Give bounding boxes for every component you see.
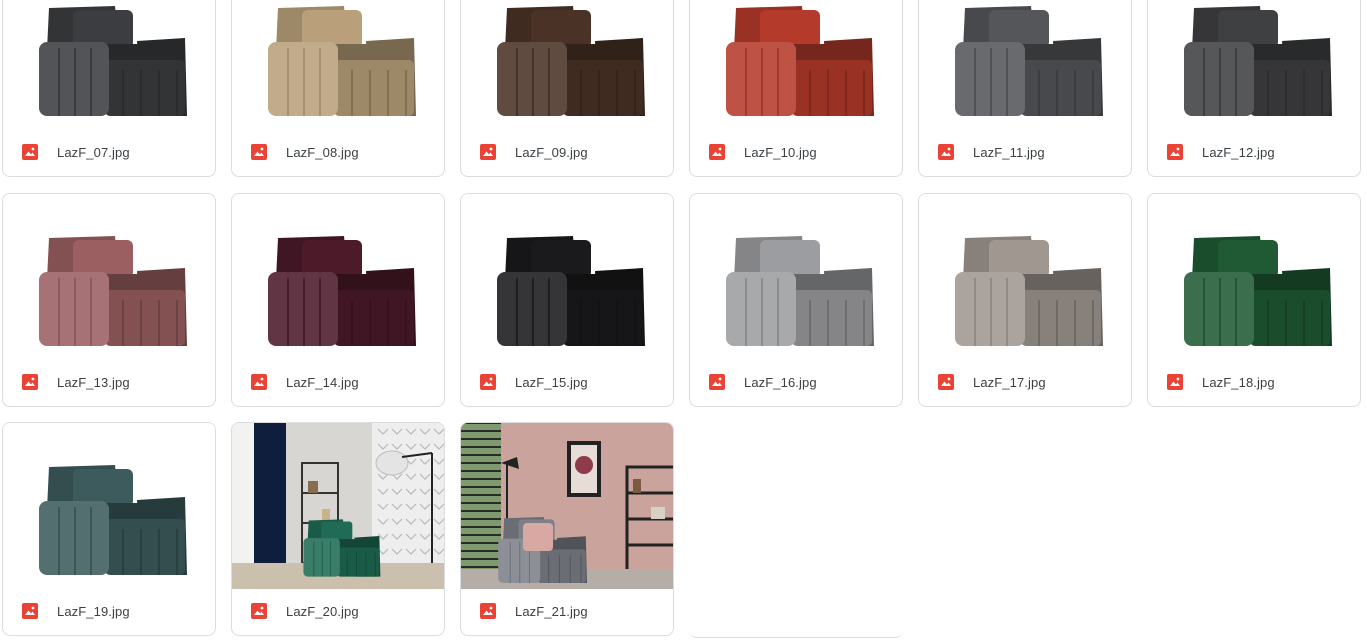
image-file-icon <box>251 144 267 160</box>
file-card[interactable]: LazF_20.jpg <box>231 422 445 636</box>
image-file-icon <box>709 374 725 390</box>
file-name-bar[interactable]: LazF_08.jpg <box>232 128 444 176</box>
file-name: LazF_07.jpg <box>57 144 130 160</box>
file-card[interactable]: LazF_16.jpg <box>689 193 903 407</box>
file-name-bar[interactable]: LazF_14.jpg <box>232 358 444 406</box>
file-card[interactable]: LazF_14.jpg <box>231 193 445 407</box>
image-file-icon <box>480 603 496 619</box>
file-name-bar[interactable]: LazF_11.jpg <box>919 128 1131 176</box>
file-thumbnail[interactable] <box>232 423 444 589</box>
file-grid: LazF_07.jpg LazF_08.jpg LazF_09.jpg LazF_10… <box>0 0 1367 640</box>
file-card[interactable]: LazF_17.jpg <box>918 193 1132 407</box>
file-thumbnail[interactable] <box>919 194 1131 360</box>
file-card[interactable]: LazF_12.jpg <box>1147 0 1361 177</box>
file-card[interactable]: LazF_13.jpg <box>2 193 216 407</box>
image-file-icon <box>709 144 725 160</box>
file-name: LazF_10.jpg <box>744 144 817 160</box>
file-name-bar[interactable]: LazF_09.jpg <box>461 128 673 176</box>
image-file-icon <box>251 374 267 390</box>
file-name-bar[interactable]: LazF_15.jpg <box>461 358 673 406</box>
file-name: LazF_09.jpg <box>515 144 588 160</box>
file-thumbnail[interactable] <box>1148 0 1360 130</box>
file-name-bar[interactable]: LazF_12.jpg <box>1148 128 1360 176</box>
file-card[interactable]: LazF_08.jpg <box>231 0 445 177</box>
image-file-icon <box>251 603 267 619</box>
image-file-icon <box>938 144 954 160</box>
file-card[interactable]: LazF_11.jpg <box>918 0 1132 177</box>
file-name: LazF_17.jpg <box>973 374 1046 390</box>
file-name: LazF_18.jpg <box>1202 374 1275 390</box>
file-thumbnail[interactable] <box>3 194 215 360</box>
file-thumbnail[interactable] <box>3 0 215 130</box>
file-card[interactable]: LazF_07.jpg <box>2 0 216 177</box>
file-name: LazF_19.jpg <box>57 603 130 619</box>
file-thumbnail[interactable] <box>919 0 1131 130</box>
image-file-icon <box>22 374 38 390</box>
file-name: LazF_08.jpg <box>286 144 359 160</box>
file-card-placeholder <box>689 422 903 638</box>
file-name: LazF_12.jpg <box>1202 144 1275 160</box>
file-name-bar[interactable]: LazF_07.jpg <box>3 128 215 176</box>
file-name-bar[interactable]: LazF_10.jpg <box>690 128 902 176</box>
file-name-bar[interactable]: LazF_17.jpg <box>919 358 1131 406</box>
image-file-icon <box>938 374 954 390</box>
file-thumbnail[interactable] <box>461 0 673 130</box>
file-thumbnail[interactable] <box>690 0 902 130</box>
file-name-bar[interactable]: LazF_21.jpg <box>461 587 673 635</box>
image-file-icon <box>1167 144 1183 160</box>
file-name-bar[interactable]: LazF_13.jpg <box>3 358 215 406</box>
file-name-bar[interactable]: LazF_19.jpg <box>3 587 215 635</box>
file-thumbnail[interactable] <box>232 0 444 130</box>
file-name: LazF_11.jpg <box>973 144 1045 160</box>
file-name-bar[interactable]: LazF_16.jpg <box>690 358 902 406</box>
file-thumbnail[interactable] <box>690 194 902 360</box>
image-file-icon <box>1167 374 1183 390</box>
file-name: LazF_13.jpg <box>57 374 130 390</box>
file-thumbnail[interactable] <box>232 194 444 360</box>
file-name: LazF_21.jpg <box>515 603 588 619</box>
image-file-icon <box>22 603 38 619</box>
file-card[interactable]: LazF_19.jpg <box>2 422 216 636</box>
file-name: LazF_15.jpg <box>515 374 588 390</box>
image-file-icon <box>480 374 496 390</box>
file-card[interactable]: LazF_21.jpg <box>460 422 674 636</box>
file-thumbnail[interactable] <box>1148 194 1360 360</box>
file-name: LazF_14.jpg <box>286 374 359 390</box>
file-card[interactable]: LazF_10.jpg <box>689 0 903 177</box>
file-name-bar[interactable]: LazF_20.jpg <box>232 587 444 635</box>
file-name: LazF_16.jpg <box>744 374 817 390</box>
file-card[interactable]: LazF_18.jpg <box>1147 193 1361 407</box>
file-card[interactable]: LazF_15.jpg <box>460 193 674 407</box>
file-card[interactable]: LazF_09.jpg <box>460 0 674 177</box>
file-thumbnail[interactable] <box>461 194 673 360</box>
file-name-bar[interactable]: LazF_18.jpg <box>1148 358 1360 406</box>
file-thumbnail[interactable] <box>461 423 673 589</box>
file-thumbnail[interactable] <box>3 423 215 589</box>
file-name: LazF_20.jpg <box>286 603 359 619</box>
image-file-icon <box>480 144 496 160</box>
image-file-icon <box>22 144 38 160</box>
